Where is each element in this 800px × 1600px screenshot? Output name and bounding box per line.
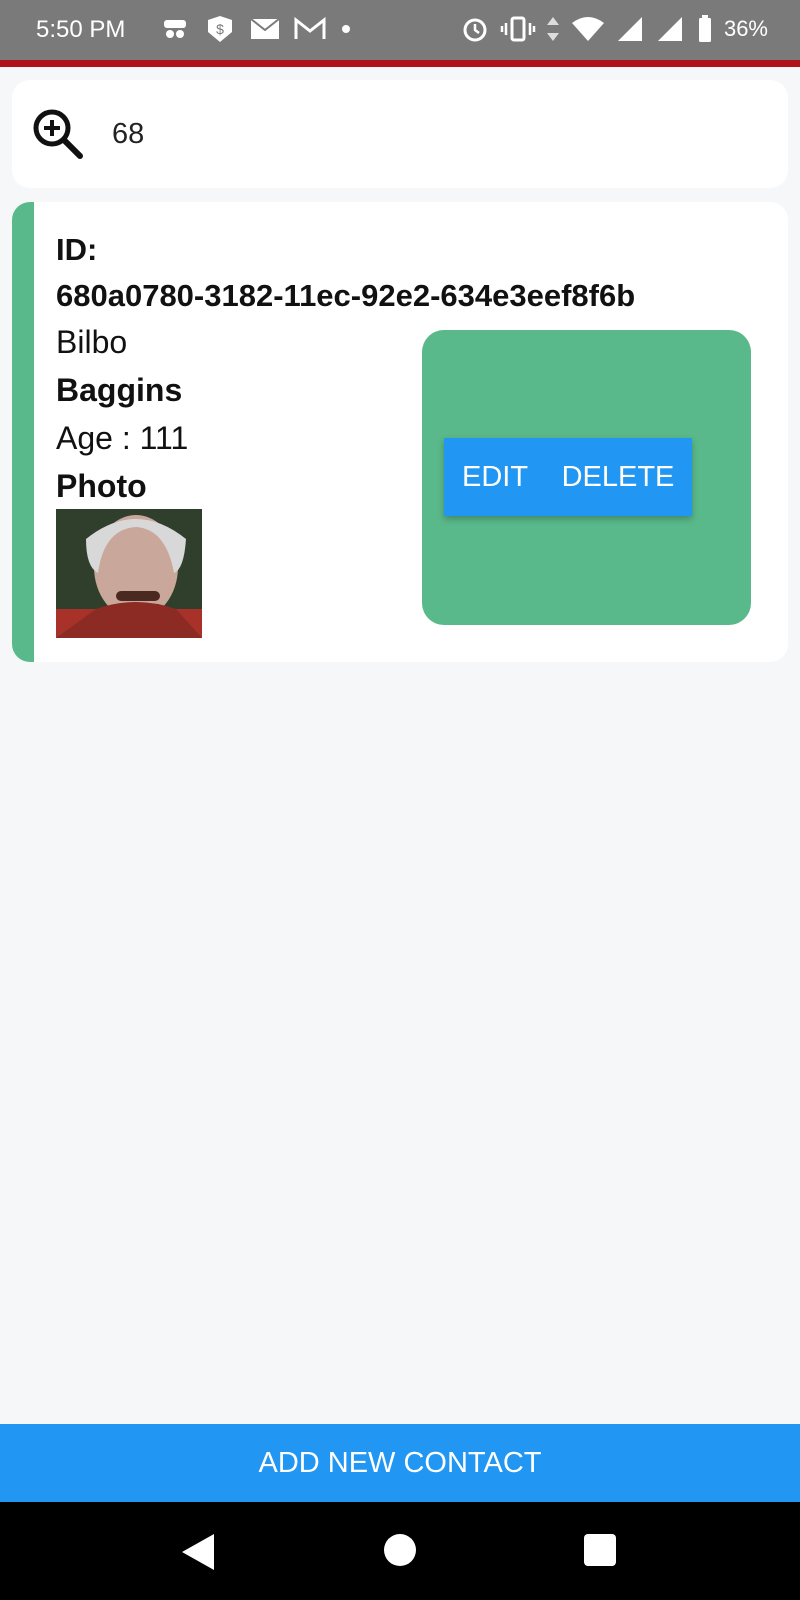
shield-dollar-icon: $	[208, 16, 232, 42]
status-left-icons: $	[160, 14, 352, 44]
vibrate-icon	[500, 16, 536, 42]
edit-button[interactable]: EDIT	[444, 438, 544, 516]
signal-icon	[617, 17, 642, 41]
gmail-icon	[294, 17, 326, 39]
signal-icon	[657, 17, 682, 41]
search-input[interactable]	[112, 110, 772, 158]
incognito-icon	[164, 20, 186, 38]
status-time: 5:50 PM	[36, 16, 126, 43]
last-name: Baggins	[56, 372, 183, 408]
first-name: Bilbo	[56, 324, 128, 360]
dot-icon	[342, 25, 350, 33]
back-icon[interactable]	[180, 1532, 216, 1572]
add-new-contact-button[interactable]: ADD NEW CONTACT	[0, 1424, 800, 1502]
action-button-group: EDIT DELETE	[444, 438, 692, 516]
id-label: ID:	[56, 232, 98, 267]
contact-photo	[56, 509, 202, 638]
zoom-in-icon[interactable]	[30, 106, 84, 160]
wifi-icon	[571, 17, 604, 41]
status-bar: 5:50 PM $ 36%	[0, 0, 800, 60]
svg-text:$: $	[216, 21, 224, 37]
action-panel: EDIT DELETE	[422, 330, 751, 625]
photo-label: Photo	[56, 468, 147, 504]
home-icon[interactable]	[384, 1534, 416, 1566]
battery-icon	[698, 15, 711, 42]
search-card	[12, 80, 788, 188]
status-right: 36%	[460, 14, 768, 44]
card-accent-bar	[12, 202, 34, 662]
delete-button[interactable]: DELETE	[544, 438, 692, 516]
mail-icon	[250, 18, 280, 39]
age-text: Age : 111	[56, 420, 189, 456]
recents-icon[interactable]	[584, 1534, 616, 1566]
alarm-icon	[463, 18, 487, 42]
id-value: 680a0780-3182-11ec-92e2-634e3eef8f6b	[56, 278, 636, 313]
navigation-bar	[0, 1502, 800, 1600]
data-arrows-icon	[546, 17, 559, 41]
contact-card: ID: 680a0780-3182-11ec-92e2-634e3eef8f6b…	[12, 202, 788, 662]
battery-percent: 36%	[723, 16, 768, 41]
app-bar-accent-line	[0, 60, 800, 67]
